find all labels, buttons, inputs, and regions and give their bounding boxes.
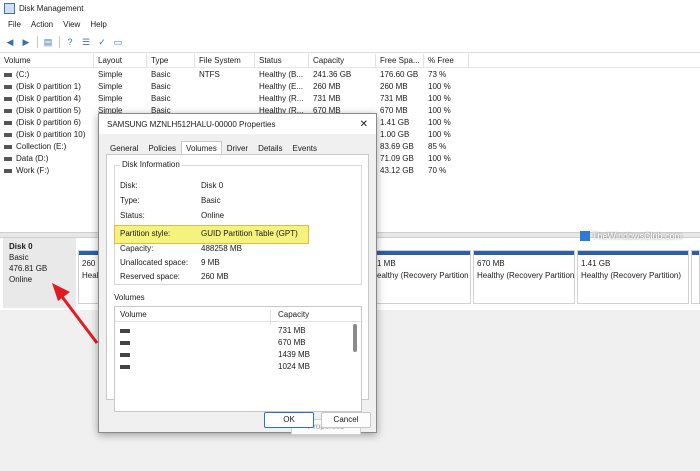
- volumes-label: Volumes: [114, 293, 145, 302]
- row-capacity: 731 MB: [278, 326, 306, 335]
- row-capacity: 1439 MB: [278, 350, 311, 359]
- tab-events[interactable]: Events: [288, 141, 322, 154]
- drive-icon: [120, 341, 130, 345]
- drive-icon: [120, 353, 130, 357]
- vt-col-volume[interactable]: Volume: [120, 310, 147, 319]
- tab-policies[interactable]: Policies: [143, 141, 181, 154]
- cancel-button[interactable]: Cancel: [321, 412, 371, 428]
- dialog-tabs: General Policies Volumes Driver Details …: [99, 141, 376, 155]
- info-label-unallocated: Unallocated space:: [120, 258, 189, 267]
- tab-general[interactable]: General: [105, 141, 143, 154]
- group-title: Disk Information: [120, 160, 182, 169]
- table-row[interactable]: 731 MB: [115, 325, 363, 337]
- scrollbar[interactable]: [353, 324, 357, 352]
- info-label-status: Status:: [120, 211, 145, 220]
- dialog-title: SAMSUNG MZNLH512HALU-00000 Properties: [107, 119, 276, 129]
- disk-properties-dialog: SAMSUNG MZNLH512HALU-00000 Properties ✕ …: [98, 113, 377, 435]
- row-capacity: 1024 MB: [278, 362, 311, 371]
- tab-volumes[interactable]: Volumes: [181, 141, 222, 154]
- vt-col-capacity[interactable]: Capacity: [278, 310, 309, 319]
- ok-button[interactable]: OK: [264, 412, 314, 428]
- drive-icon: [120, 329, 130, 333]
- info-value-partition-style: GUID Partition Table (GPT): [201, 229, 298, 238]
- volumes-tab-panel: Disk Information Disk: Disk 0 Type: Basi…: [106, 154, 369, 435]
- drive-icon: [120, 365, 130, 369]
- info-label-disk: Disk:: [120, 181, 138, 190]
- info-label-reserved: Reserved space:: [120, 272, 181, 281]
- column-divider: [270, 310, 271, 325]
- info-label-partition-style: Partition style:: [120, 229, 171, 238]
- info-label-type: Type:: [120, 196, 140, 205]
- tab-details[interactable]: Details: [253, 141, 287, 154]
- info-value-disk: Disk 0: [201, 181, 224, 190]
- info-value-reserved: 260 MB: [201, 272, 229, 281]
- info-value-type: Basic: [201, 196, 221, 205]
- table-row[interactable]: 1024 MB: [115, 361, 363, 373]
- info-value-status: Online: [201, 211, 225, 220]
- info-value-unallocated: 9 MB: [201, 258, 220, 267]
- close-icon[interactable]: ✕: [360, 119, 368, 130]
- info-value-capacity: 488258 MB: [201, 244, 242, 253]
- table-row[interactable]: 670 MB: [115, 337, 363, 349]
- volumes-table[interactable]: Volume Capacity 731 MB 670 MB 1439 MB 10…: [114, 306, 363, 412]
- volumes-table-header: Volume Capacity: [115, 307, 363, 325]
- tab-driver[interactable]: Driver: [222, 141, 253, 154]
- info-label-capacity: Capacity:: [120, 244, 154, 253]
- table-row[interactable]: 1439 MB: [115, 349, 363, 361]
- dialog-titlebar: SAMSUNG MZNLH512HALU-00000 Properties ✕: [99, 114, 376, 134]
- disk-information-group: Disk Information Disk: Disk 0 Type: Basi…: [114, 160, 362, 285]
- row-capacity: 670 MB: [278, 338, 306, 347]
